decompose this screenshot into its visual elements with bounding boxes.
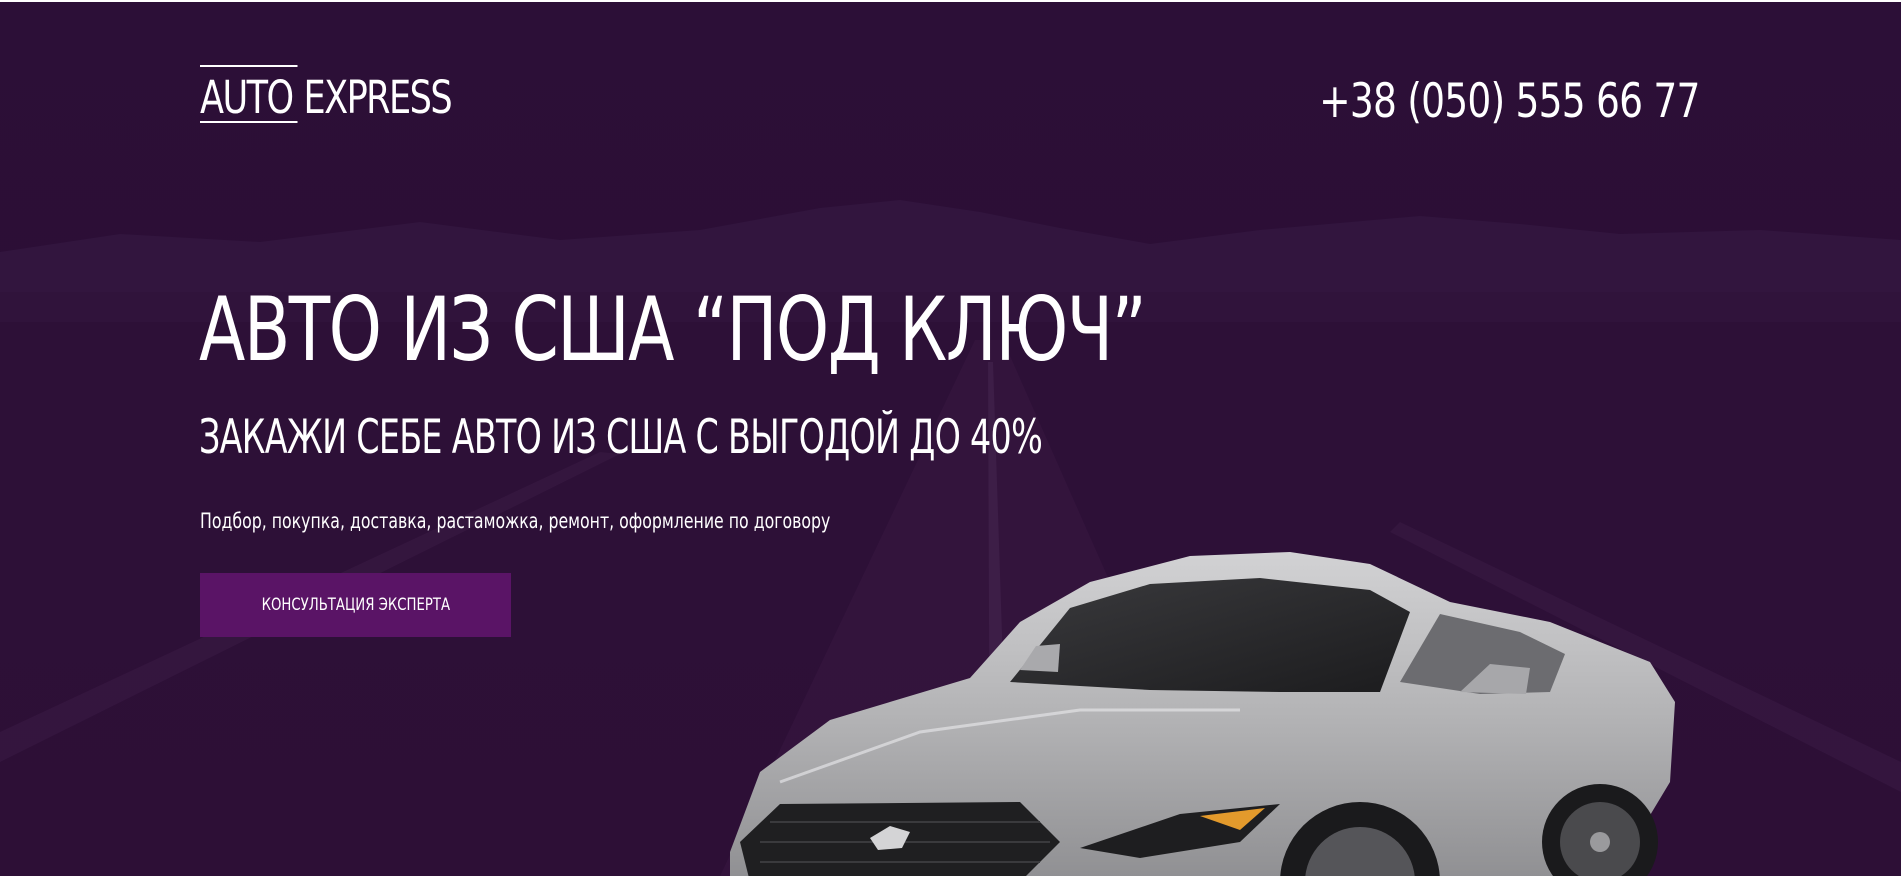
phone-number[interactable]: +38 (050) 555 66 77: [1319, 72, 1700, 132]
hero-headline: АВТО ИЗ США “ПОД КЛЮЧ”: [199, 278, 1147, 381]
logo-line-top: [200, 65, 298, 67]
hero-description: Подбор, покупка, доставка, растаможка, р…: [200, 509, 831, 533]
hero-subheadline: ЗАКАЖИ СЕБЕ АВТО ИЗ США С ВЫГОДОЙ ДО 40%: [199, 410, 1043, 465]
mustang-car-image: [730, 552, 1675, 876]
logo-express: EXPRESS: [303, 71, 452, 124]
expert-consultation-button[interactable]: КОНСУЛЬТАЦИЯ ЭКСПЕРТА: [200, 573, 511, 637]
logo[interactable]: AUTO EXPRESS: [200, 65, 453, 128]
logo-line-bottom: [200, 121, 298, 123]
hero-section: AUTO EXPRESS +38 (050) 555 66 77 АВТО ИЗ …: [0, 2, 1901, 876]
expert-consultation-button-label: КОНСУЛЬТАЦИЯ ЭКСПЕРТА: [261, 595, 450, 615]
logo-auto: AUTO: [200, 71, 294, 124]
